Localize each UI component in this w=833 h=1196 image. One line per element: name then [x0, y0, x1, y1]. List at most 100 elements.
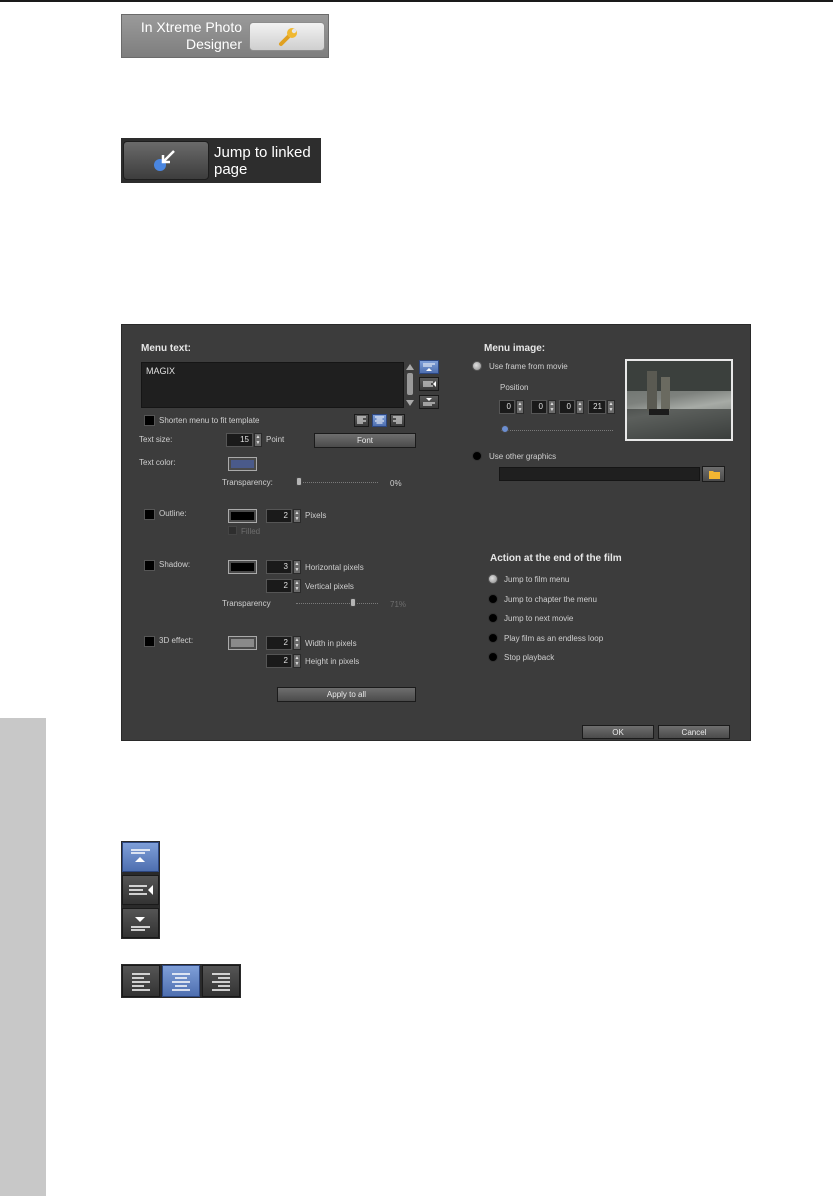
transparency-slider-thumb[interactable]: [296, 477, 302, 486]
shadow-color-swatch[interactable]: [228, 560, 257, 574]
action-label: Jump to chapter the menu: [504, 594, 597, 604]
filled-label: Filled: [241, 527, 261, 536]
jump-to-linked-page-button[interactable]: [123, 141, 209, 180]
use-other-graphics-label: Use other graphics: [489, 452, 557, 461]
shadow-vertical-input[interactable]: 2: [266, 579, 292, 593]
transparency-value: 0%: [390, 479, 402, 488]
outline-checkbox[interactable]: [144, 509, 155, 520]
cancel-button[interactable]: Cancel: [658, 725, 730, 739]
shadow-horizontal-input[interactable]: 3: [266, 560, 292, 574]
action-radio[interactable]: [488, 652, 498, 662]
align-center-button[interactable]: [372, 414, 387, 427]
align-left-button[interactable]: [354, 414, 369, 427]
3d-effect-color-fill: [231, 639, 254, 647]
folder-icon: [708, 469, 721, 480]
action-radio[interactable]: [488, 574, 498, 584]
action-radio[interactable]: [488, 593, 498, 604]
position-slider[interactable]: [501, 425, 613, 435]
position-slider-thumb[interactable]: [501, 425, 509, 433]
align-middle-icon[interactable]: [122, 875, 159, 905]
align-center-icon[interactable]: [162, 965, 200, 997]
action-radio[interactable]: [488, 632, 498, 643]
position-frames-spinner[interactable]: ▲ ▼: [607, 400, 615, 414]
shorten-menu-label: Shorten menu to fit template: [159, 416, 260, 425]
3d-height-label: Height in pixels: [305, 657, 360, 666]
3d-effect-label: 3D effect:: [159, 636, 194, 645]
menu-text-scrollbar[interactable]: [405, 362, 415, 408]
shadow-transparency-slider[interactable]: [296, 598, 378, 608]
apply-to-all-button[interactable]: Apply to all: [277, 687, 416, 702]
menu-text-input[interactable]: MAGIX: [141, 362, 404, 408]
point-label: Point: [266, 435, 285, 444]
outline-pixels-spinner[interactable]: ▲ ▼: [293, 509, 301, 523]
shorten-menu-checkbox[interactable]: [144, 415, 155, 426]
position-frames-input[interactable]: 21: [588, 400, 606, 414]
align-bottom-button[interactable]: [419, 395, 439, 409]
text-size-label: Text size:: [139, 435, 173, 444]
outline-pixels-input[interactable]: 2: [266, 509, 292, 523]
wrench-icon: [277, 27, 299, 47]
align-left-icon[interactable]: [122, 965, 160, 997]
align-middle-button[interactable]: [419, 377, 439, 391]
align-bottom-icon[interactable]: [122, 908, 159, 938]
browse-folder-button[interactable]: [702, 466, 725, 482]
shadow-checkbox[interactable]: [144, 560, 155, 571]
position-label: Position: [500, 383, 529, 392]
top-rule: [0, 0, 833, 2]
menu-settings-dialog: Menu text: MAGIX Shorten menu to fit tem…: [121, 324, 751, 741]
text-color-swatch[interactable]: [228, 457, 257, 471]
3d-height-input[interactable]: 2: [266, 654, 292, 668]
xtreme-photo-designer-label: In Xtreme Photo Designer: [140, 19, 242, 52]
font-button[interactable]: Font: [314, 433, 416, 448]
3d-effect-color-swatch[interactable]: [228, 636, 257, 650]
3d-effect-checkbox[interactable]: [144, 636, 155, 647]
position-hours-spinner[interactable]: ▲ ▼: [516, 400, 524, 414]
position-seconds-spinner[interactable]: ▲ ▼: [576, 400, 584, 414]
shadow-label: Shadow:: [159, 560, 191, 569]
frame-preview-image: [625, 359, 733, 441]
position-hours-input[interactable]: 0: [499, 400, 515, 414]
text-size-input[interactable]: 15: [226, 433, 253, 447]
align-right-button[interactable]: [390, 414, 405, 427]
action-label: Jump to next movie: [504, 614, 574, 623]
action-label: Play film as an endless loop: [504, 633, 604, 643]
3d-width-spinner[interactable]: ▲ ▼: [293, 636, 301, 650]
shadow-horizontal-label: Horizontal pixels: [305, 563, 364, 572]
align-top-button[interactable]: [419, 360, 439, 374]
action-label: Jump to film menu: [504, 575, 570, 584]
use-frame-label: Use frame from movie: [489, 362, 568, 371]
shadow-transparency-label: Transparency: [222, 599, 271, 608]
filled-checkbox[interactable]: [228, 526, 237, 535]
shadow-vertical-spinner[interactable]: ▲ ▼: [293, 579, 301, 593]
transparency-slider[interactable]: [296, 477, 378, 487]
shadow-vertical-label: Vertical pixels: [305, 582, 354, 591]
use-frame-radio[interactable]: [472, 361, 482, 371]
xtreme-photo-designer-button[interactable]: [249, 22, 325, 51]
horizontal-alignment-strip: [121, 964, 241, 998]
shadow-transparency-value: 71%: [390, 600, 407, 609]
3d-width-input[interactable]: 2: [266, 636, 292, 650]
align-top-icon[interactable]: [122, 842, 159, 872]
align-right-icon[interactable]: [202, 965, 240, 997]
side-tab: [0, 718, 46, 1196]
position-minutes-input[interactable]: 0: [531, 400, 547, 414]
position-minutes-spinner[interactable]: ▲ ▼: [548, 400, 556, 414]
outline-color-swatch[interactable]: [228, 509, 257, 523]
ok-button[interactable]: OK: [582, 725, 654, 739]
action-radio[interactable]: [488, 613, 498, 623]
pixels-label: Pixels: [305, 511, 327, 520]
text-color-fill: [231, 460, 254, 468]
menu-text-heading: Menu text:: [141, 343, 191, 354]
use-other-graphics-radio[interactable]: [472, 451, 482, 461]
position-seconds-input[interactable]: 0: [559, 400, 575, 414]
3d-height-spinner[interactable]: ▲ ▼: [293, 654, 301, 668]
transparency-label: Transparency:: [222, 478, 273, 487]
3d-width-label: Width in pixels: [305, 639, 357, 648]
shadow-color-fill: [231, 563, 254, 571]
shadow-transparency-slider-thumb[interactable]: [349, 598, 356, 607]
text-size-spinner[interactable]: ▲ ▼: [254, 433, 262, 447]
shadow-horizontal-spinner[interactable]: ▲ ▼: [293, 560, 301, 574]
vertical-alignment-strip: [121, 841, 160, 939]
jump-to-linked-page-label: Jump to linked page: [214, 144, 311, 178]
graphics-path-input[interactable]: [499, 467, 700, 481]
